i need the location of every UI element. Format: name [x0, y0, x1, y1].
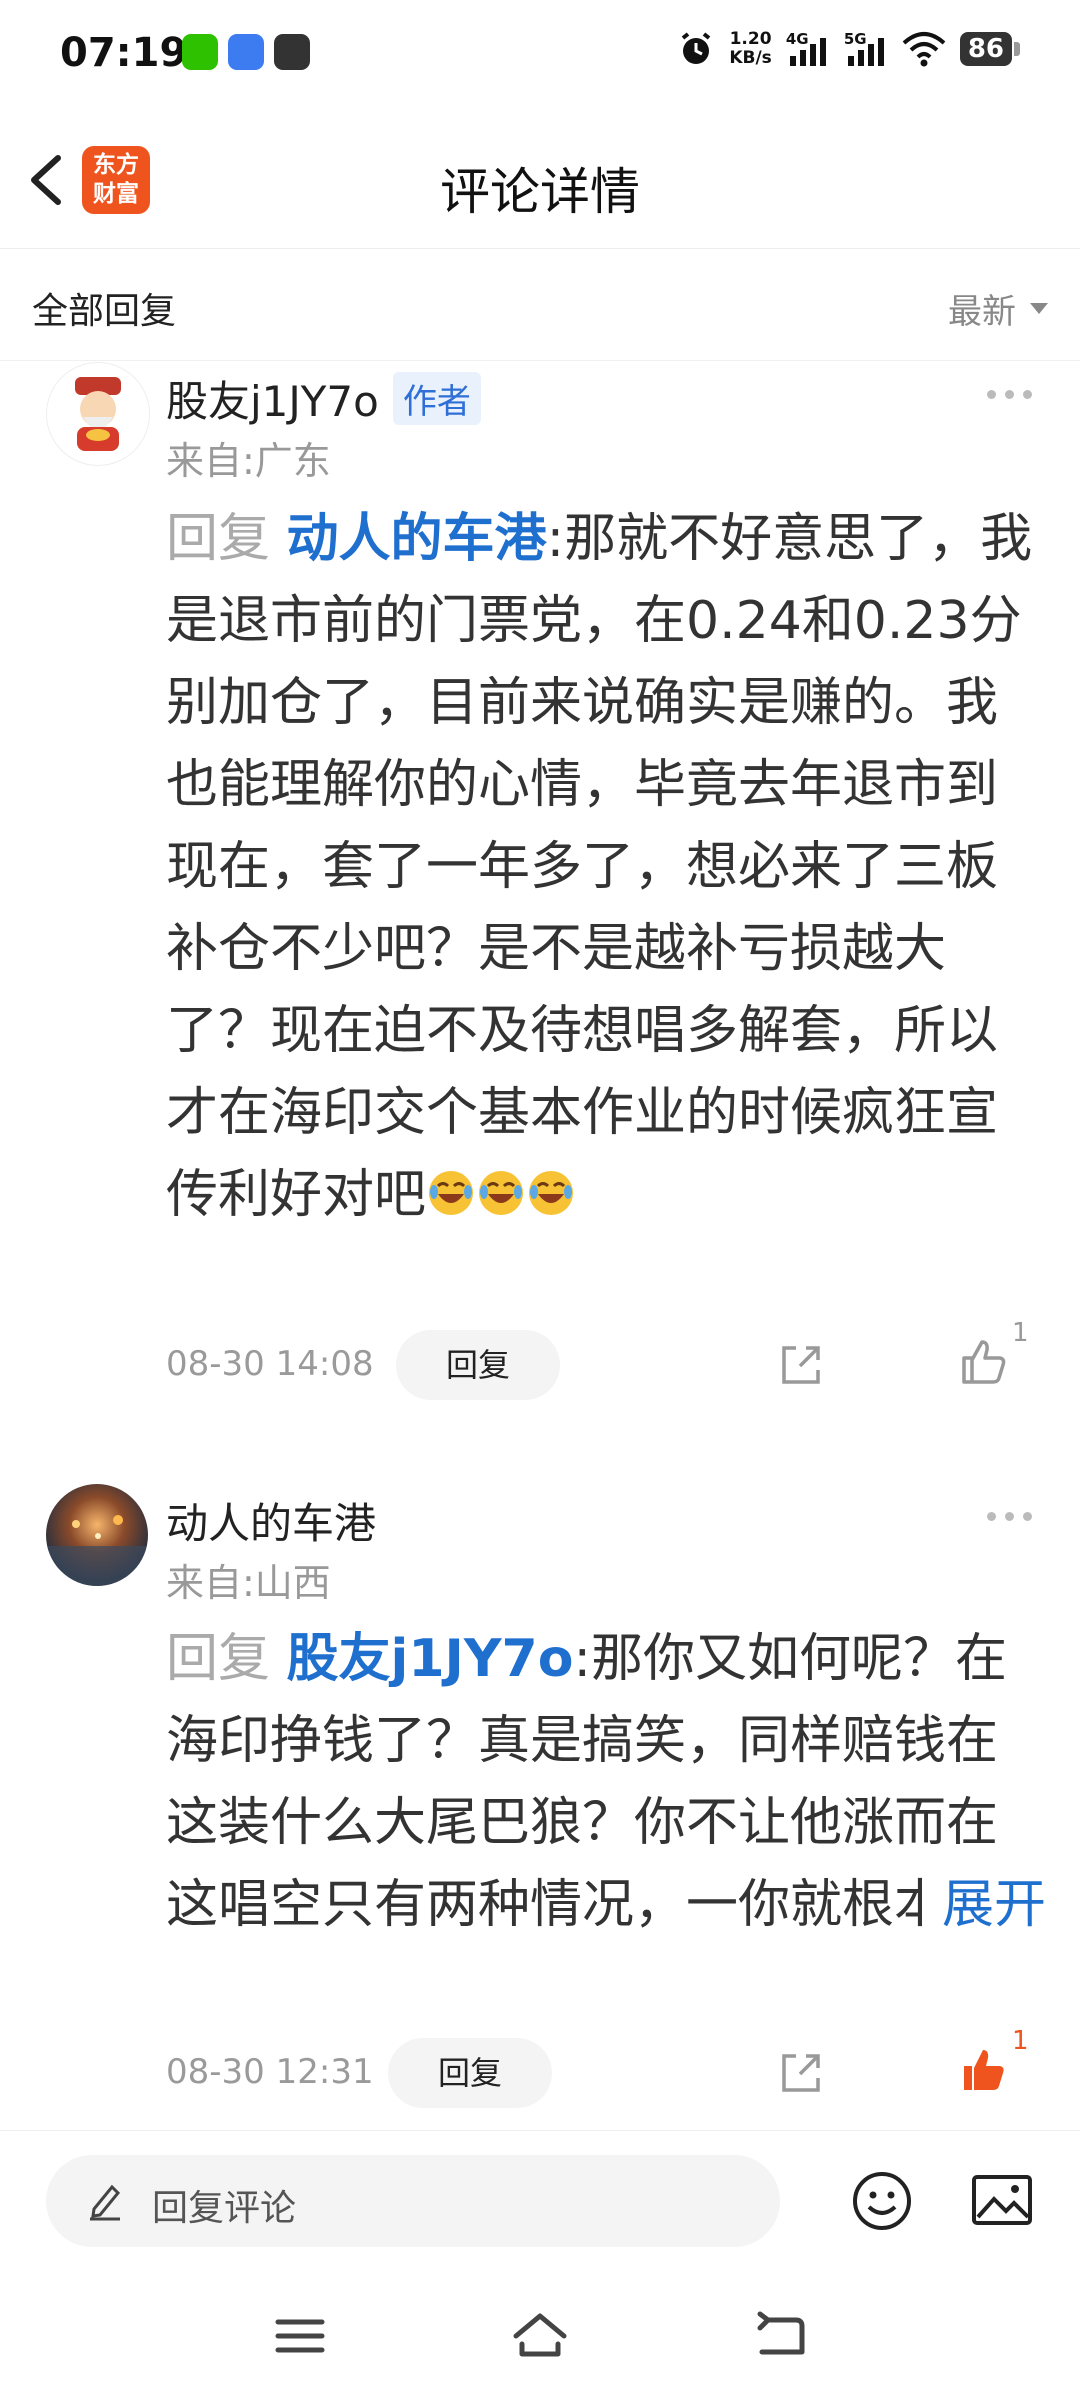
reply-filter-bar: 全部回复 最新 — [0, 250, 1080, 361]
pencil-icon — [90, 2184, 121, 2221]
signal-5g: 5G — [844, 30, 888, 68]
emoji-icon[interactable] — [850, 2169, 914, 2233]
comment-location: 来自:山西 — [166, 1561, 331, 1605]
comment-username[interactable]: 动人的车港 — [166, 1490, 376, 1551]
laughing-tears-emoji-icon — [479, 1171, 524, 1215]
battery-tip — [1014, 42, 1020, 56]
comment-text: :那就不好意思了，我是退市前的门票党，在0.24和0.23分别加仓了，目前来说确… — [166, 509, 1033, 1225]
reply-button[interactable]: 回复 — [388, 2038, 552, 2108]
status-time: 07:19 — [60, 30, 188, 76]
thumbs-up-icon[interactable] — [958, 1336, 1010, 1388]
app-header: 评论详情 东方 财富 — [0, 110, 1080, 249]
speed-value: 1.20 — [729, 29, 772, 49]
comment-meta: 08-30 12:31 回复 1 — [166, 2026, 1046, 2108]
comment-time: 08-30 12:31 — [166, 2052, 374, 2092]
more-options-icon[interactable] — [987, 1512, 1032, 1521]
wifi-icon — [902, 32, 946, 67]
like-count: 1 — [1012, 2026, 1029, 2056]
avatar[interactable] — [46, 1484, 148, 1586]
reply-button[interactable]: 回复 — [396, 1330, 560, 1400]
laughing-tears-emoji-icon — [529, 1171, 574, 1215]
comment-time: 08-30 14:08 — [166, 1344, 374, 1384]
network-speed: 1.20 KB/s — [729, 30, 771, 68]
share-icon[interactable] — [776, 1340, 826, 1390]
menu-icon[interactable] — [270, 2306, 330, 2366]
comment-body-expand-wrap: 展开 — [166, 1864, 1046, 1946]
page-title: 评论详情 — [440, 163, 640, 221]
status-bar: 07:19 1.20 KB/s 4G 5G 86 — [0, 0, 1080, 110]
battery-level: 86 — [959, 32, 1012, 66]
alarm-icon — [682, 32, 711, 64]
all-replies-label: 全部回复 — [32, 291, 177, 332]
night-street-avatar-icon — [46, 1515, 148, 1586]
system-navigation-bar — [0, 2280, 1080, 2400]
username-text: 股友j1JY7o — [166, 377, 379, 426]
back-icon[interactable] — [750, 2306, 810, 2366]
sort-dropdown[interactable]: 最新 — [948, 284, 1048, 333]
reply-input-bar: 回复评论 — [0, 2130, 1080, 2271]
fortune-god-avatar-icon — [75, 377, 121, 451]
back-arrow-icon[interactable] — [22, 150, 72, 210]
author-badge: 作者 — [392, 372, 481, 425]
like-count: 1 — [1012, 1318, 1029, 1348]
image-icon[interactable] — [970, 2171, 1034, 2231]
reply-comment-input[interactable]: 回复评论 — [46, 2155, 780, 2247]
more-options-icon[interactable] — [987, 390, 1032, 399]
eastmoney-logo[interactable]: 东方 财富 — [82, 146, 150, 214]
speed-unit: KB/s — [729, 48, 772, 68]
sort-value: 最新 — [948, 292, 1016, 332]
game-notification-icon — [274, 34, 310, 70]
comment-meta: 08-30 14:08 回复 1 — [166, 1318, 1046, 1400]
share-icon[interactable] — [776, 2048, 826, 2098]
signal-bars-icon — [789, 38, 826, 66]
reply-to-user[interactable]: 动人的车港 — [287, 509, 547, 569]
logo-line2: 财富 — [93, 181, 139, 207]
reply-placeholder: 回复评论 — [152, 2188, 297, 2229]
reply-to-user[interactable]: 股友j1JY7o — [287, 1629, 574, 1689]
signal-bars-icon — [847, 38, 884, 66]
wechat-icon — [182, 34, 218, 70]
notification-icons — [182, 34, 310, 70]
signal-4g: 4G — [786, 30, 830, 68]
reply-prefix: 回复 — [166, 509, 271, 569]
home-icon[interactable] — [510, 2306, 570, 2366]
app-notification-icon — [228, 34, 264, 70]
comment-body: 回复 动人的车港:那就不好意思了，我是退市前的门票党，在0.24和0.23分别加… — [166, 498, 1046, 1236]
logo-line1: 东方 — [93, 152, 139, 178]
laughing-tears-emoji-icon — [429, 1171, 474, 1215]
thumbs-up-filled-icon[interactable] — [958, 2044, 1010, 2096]
dropdown-triangle-icon — [1030, 303, 1048, 314]
status-indicators: 1.20 KB/s 4G 5G 86 — [677, 30, 1020, 68]
expand-link[interactable]: 展开 — [921, 1864, 1046, 1946]
reply-prefix: 回复 — [166, 1629, 271, 1689]
comment-username[interactable]: 股友j1JY7o 作者 — [166, 368, 481, 429]
avatar[interactable] — [46, 362, 150, 466]
comment-location: 来自:广东 — [166, 439, 331, 483]
